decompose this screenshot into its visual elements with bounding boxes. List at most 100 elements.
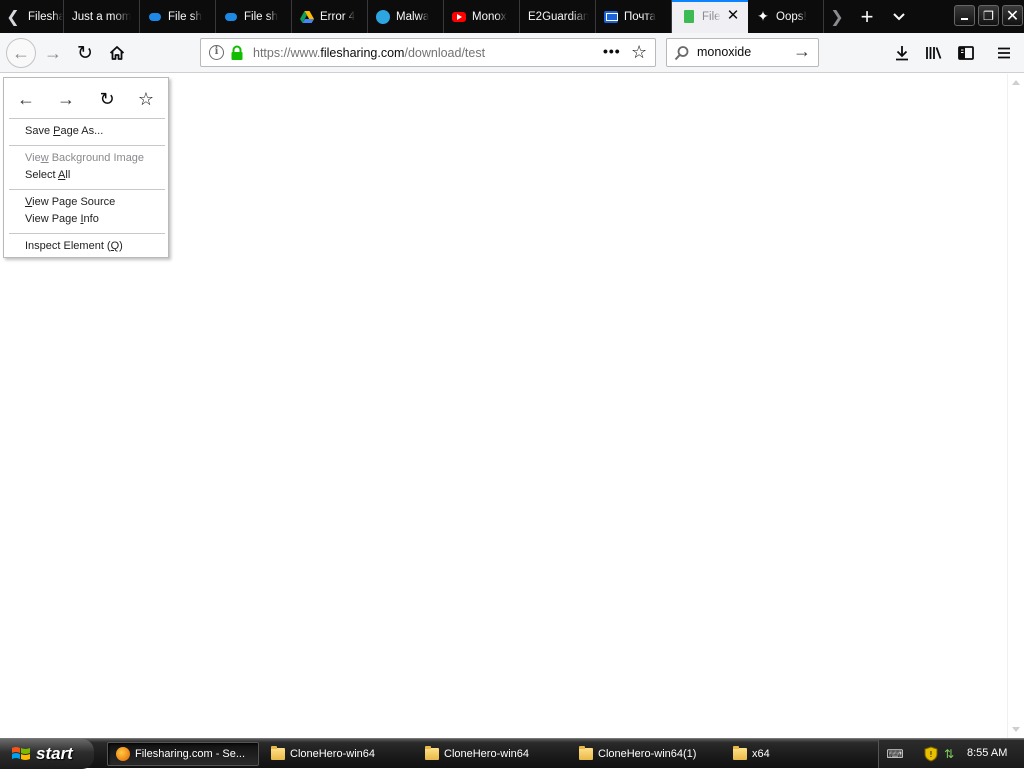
vertical-scrollbar[interactable] (1007, 74, 1024, 738)
folder-icon (579, 746, 593, 760)
taskbar-item-label: CloneHero-win64 (290, 748, 375, 760)
bookmark-star-icon: ☆ (137, 88, 155, 109)
address-bar[interactable]: i https://www.filesharing.com/download/t… (200, 38, 656, 67)
view-page-source-item[interactable]: View Page Source (25, 196, 115, 208)
mail-icon (604, 10, 618, 24)
lock-icon[interactable] (230, 45, 244, 61)
menu-item-text: age As... (60, 125, 104, 137)
arrow-right-icon[interactable]: → (793, 41, 811, 62)
taskbar-item-folder[interactable]: CloneHero-win64 (263, 742, 413, 766)
save-page-as-item[interactable]: Save Page As... (25, 125, 103, 137)
tab-label: File sh (168, 10, 202, 23)
arrow-left-icon: ← (12, 42, 30, 63)
menu-item-text: ) (119, 240, 123, 252)
library-icon (926, 47, 942, 59)
window-restore-button[interactable]: ❐ (978, 5, 999, 26)
plus-icon: + (860, 3, 874, 29)
menu-item-text: Background Image (48, 152, 145, 164)
bookmark-star-icon[interactable]: ☆ (631, 42, 647, 63)
tab-label: File (702, 10, 721, 23)
start-label: start (36, 744, 73, 763)
url-host: filesharing.com (320, 46, 405, 60)
open-menu-button[interactable] (990, 39, 1018, 67)
tab-label: Error 4 (320, 10, 356, 23)
tab-label: Oops! (776, 10, 807, 23)
tab-label: Just a mom (72, 10, 132, 23)
page-actions-ellipsis-icon[interactable]: ••• (603, 43, 621, 59)
url-text[interactable]: https://www.filesharing.com/download/tes… (253, 46, 485, 60)
context-menu: ← → ↻ ☆ Save Page As... View Background … (3, 77, 169, 258)
context-back-button[interactable]: ← (15, 88, 37, 110)
clock[interactable]: 8:55 AM (967, 747, 1007, 759)
back-button[interactable]: ← (6, 38, 36, 68)
taskbar-item-label: CloneHero-win64(1) (598, 748, 697, 760)
search-bar[interactable]: → (666, 38, 819, 67)
scroll-up-arrow-icon[interactable] (1012, 80, 1020, 85)
taskbar-item-folder[interactable]: CloneHero-win64(1) (571, 742, 721, 766)
minimize-icon (961, 18, 968, 20)
reload-icon: ↻ (99, 88, 115, 109)
tab[interactable]: File sh (216, 0, 292, 33)
close-tab-icon[interactable]: ✕ (726, 8, 740, 23)
forward-button[interactable]: → (39, 39, 67, 67)
security-shield-icon[interactable]: ! (923, 746, 939, 762)
network-icon[interactable]: ⇅ (941, 746, 957, 762)
taskbar-item-firefox[interactable]: Filesharing.com - Se... (107, 742, 259, 766)
tab[interactable]: Почта (596, 0, 672, 33)
taskbar-item-label: x64 (752, 748, 770, 760)
menu-separator (9, 118, 165, 119)
taskbar-item-folder[interactable]: CloneHero-win64 (417, 742, 567, 766)
view-page-info-item[interactable]: View Page Info (25, 213, 99, 225)
search-input[interactable] (697, 45, 789, 59)
tab-label: Почта (624, 10, 656, 23)
window-close-button[interactable]: ✕ (1002, 5, 1023, 26)
menu-item-text: View Page (25, 213, 81, 225)
context-reload-button[interactable]: ↻ (96, 88, 118, 110)
scroll-tabs-right-button[interactable]: ❯ (824, 0, 850, 33)
start-button[interactable]: start (0, 739, 94, 769)
tab[interactable]: Filesha (24, 0, 64, 33)
scroll-tabs-left-button[interactable]: ❮ (0, 0, 26, 33)
tab[interactable]: ✦ Oops! (748, 0, 824, 33)
library-button[interactable] (920, 39, 948, 67)
svg-text:!: ! (929, 750, 932, 759)
tab[interactable]: Monox (444, 0, 520, 33)
inspect-element-item[interactable]: Inspect Element (Q) (25, 240, 123, 252)
tab[interactable]: E2Guardian (520, 0, 596, 33)
tab[interactable]: File sh (140, 0, 216, 33)
context-bookmark-button[interactable]: ☆ (135, 88, 157, 110)
scroll-down-arrow-icon[interactable] (1012, 727, 1020, 732)
site-info-icon[interactable]: i (209, 45, 224, 60)
downloads-button[interactable] (888, 39, 916, 67)
document-icon (682, 10, 696, 24)
arrow-left-icon: ← (17, 88, 35, 109)
taskbar-item-folder[interactable]: x64 (725, 742, 875, 766)
taskbar: start Filesharing.com - Se... CloneHero-… (0, 738, 1024, 769)
sidebar-button[interactable] (952, 39, 980, 67)
new-tab-button[interactable]: + (852, 0, 882, 33)
search-icon[interactable] (674, 45, 690, 61)
reload-button[interactable]: ↻ (71, 39, 99, 67)
home-icon (109, 46, 125, 60)
google-drive-icon (300, 10, 314, 24)
menu-item-accesskey: Q (110, 240, 120, 252)
sidebar-icon (958, 46, 974, 60)
tab-selected[interactable]: File ✕ (672, 0, 748, 33)
home-button[interactable] (103, 39, 131, 67)
tab-label: Malwa (396, 10, 430, 23)
tab-strip: ❮ Filesha Just a mom File sh File sh Err… (0, 0, 1024, 33)
tab-label: File sh (244, 10, 278, 23)
tab[interactable]: Error 4 (292, 0, 368, 33)
window-minimize-button[interactable] (954, 5, 975, 26)
tab[interactable]: Just a mom (64, 0, 140, 33)
list-all-tabs-button[interactable] (884, 0, 914, 33)
tab[interactable]: Malwa (368, 0, 444, 33)
restore-icon: ❐ (983, 8, 994, 23)
keyboard-icon[interactable]: ⌨ (886, 746, 903, 762)
folder-icon (425, 746, 439, 760)
menu-item-text: ll (65, 169, 71, 181)
context-menu-navigation-row: ← → ↻ ☆ (4, 82, 168, 114)
telegram-icon (376, 9, 390, 24)
select-all-item[interactable]: Select All (25, 169, 70, 181)
context-forward-button[interactable]: → (55, 88, 77, 110)
